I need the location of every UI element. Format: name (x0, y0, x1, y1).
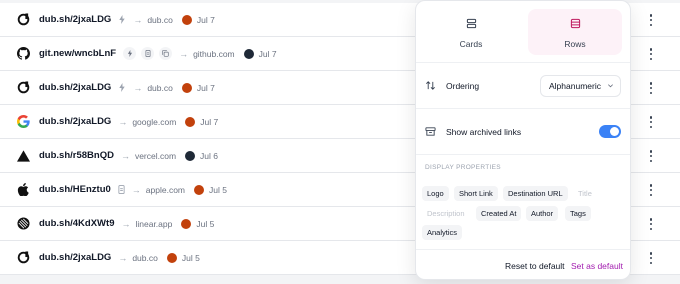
property-destination-url[interactable]: Destination URL (503, 186, 568, 201)
destination-url[interactable]: dub.co (147, 83, 173, 93)
created-date: Jul 7 (196, 82, 215, 93)
more-options-icon[interactable] (645, 46, 657, 62)
toggle-knob (610, 127, 619, 136)
short-link[interactable]: dub.sh/4KdXWt9 (39, 218, 114, 229)
short-link[interactable]: dub.sh/2jxaLDG (39, 14, 111, 25)
github-logo-icon (16, 47, 30, 61)
cards-icon (466, 16, 477, 34)
vercel-logo-icon (16, 149, 30, 163)
destination-url[interactable]: dub.co (132, 253, 158, 263)
bolt-icon (123, 47, 137, 60)
arrow-right-icon: → (121, 218, 131, 229)
bolt-icon (118, 15, 126, 24)
property-author[interactable]: Author (526, 206, 559, 221)
display-options-panel: Cards Rows Ordering Alphanumeric Show ar… (415, 0, 631, 280)
property-created-at[interactable]: Created At (476, 206, 522, 221)
destination-url[interactable]: apple.com (146, 185, 185, 195)
avatar (185, 116, 196, 127)
cards-view-button[interactable]: Cards (424, 9, 518, 55)
more-options-icon[interactable] (645, 216, 657, 232)
avatar (185, 150, 196, 161)
avatar (194, 184, 204, 195)
avatar (166, 252, 177, 263)
dub-logo-icon (16, 13, 30, 27)
more-options-icon[interactable] (645, 12, 657, 28)
property-short-link[interactable]: Short Link (454, 186, 498, 201)
view-mode-selector: Cards Rows (416, 1, 630, 63)
destination-url[interactable]: linear.app (135, 219, 172, 229)
short-link[interactable]: git.new/wncbLnF (39, 48, 116, 59)
archived-row: Show archived links (416, 109, 630, 155)
destination-url[interactable]: vercel.com (135, 151, 176, 161)
show-archived-toggle[interactable] (599, 125, 621, 138)
created-date: Jul 5 (181, 252, 200, 263)
arrow-right-icon: → (118, 116, 128, 127)
created-date: Jul 7 (258, 48, 277, 59)
file-icon (141, 47, 155, 60)
archive-icon (425, 126, 436, 137)
display-properties-title: DISPLAY PROPERTIES (425, 164, 501, 171)
property-analytics[interactable]: Analytics (422, 225, 463, 240)
created-date: Jul 6 (200, 150, 219, 161)
short-link[interactable]: dub.sh/2jxaLDG (39, 116, 111, 127)
avatar (181, 218, 192, 229)
dub-logo-icon (16, 81, 30, 95)
arrow-right-icon: → (131, 184, 141, 195)
set-as-default-button[interactable]: Set as default (571, 261, 623, 271)
display-properties-section: DISPLAY PROPERTIES Logo Short Link Desti… (416, 155, 630, 250)
reset-to-default-button[interactable]: Reset to default (505, 261, 565, 271)
rows-icon (570, 16, 581, 34)
more-options-icon[interactable] (645, 250, 657, 266)
short-link[interactable]: dub.sh/2jxaLDG (39, 252, 111, 263)
arrow-right-icon: → (133, 82, 143, 93)
arrow-right-icon: → (120, 150, 130, 161)
panel-footer: Reset to default Set as default (416, 250, 630, 280)
avatar (181, 14, 192, 25)
more-options-icon[interactable] (645, 80, 657, 96)
destination-url[interactable]: github.com (193, 49, 235, 59)
more-options-icon[interactable] (645, 182, 657, 198)
avatar (181, 82, 192, 93)
sort-arrows-icon (425, 80, 436, 91)
ordering-row: Ordering Alphanumeric (416, 63, 630, 109)
created-date: Jul 7 (196, 14, 215, 25)
arrow-right-icon: → (179, 48, 189, 59)
avatar (243, 48, 254, 59)
property-title[interactable]: Title (573, 186, 597, 201)
chevron-down-icon (607, 81, 614, 91)
cards-view-label: Cards (459, 38, 483, 49)
destination-url[interactable]: google.com (132, 117, 176, 127)
rows-view-label: Rows (564, 38, 586, 49)
short-link[interactable]: dub.sh/r58BnQD (39, 150, 114, 161)
file-icon (118, 185, 125, 194)
archived-label: Show archived links (446, 126, 522, 137)
linear-logo-icon (16, 217, 30, 231)
copy-icon (159, 47, 173, 60)
destination-url[interactable]: dub.co (147, 15, 173, 25)
property-tags[interactable]: Tags (565, 206, 591, 221)
short-link[interactable]: dub.sh/2jxaLDG (39, 82, 111, 93)
property-logo[interactable]: Logo (422, 186, 449, 201)
created-date: Jul 5 (196, 218, 215, 229)
short-link[interactable]: dub.sh/HEnztu0 (39, 184, 111, 195)
arrow-right-icon: → (133, 14, 143, 25)
created-date: Jul 5 (209, 184, 227, 195)
more-options-icon[interactable] (645, 148, 657, 164)
dub-logo-icon (16, 251, 30, 265)
ordering-value: Alphanumeric (549, 81, 601, 91)
arrow-right-icon: → (118, 252, 128, 263)
google-logo-icon (16, 115, 30, 129)
more-options-icon[interactable] (645, 114, 657, 130)
rows-view-button[interactable]: Rows (528, 9, 622, 55)
created-date: Jul 7 (200, 116, 219, 127)
apple-logo-icon (16, 183, 30, 197)
bolt-icon (118, 83, 126, 92)
property-description[interactable]: Description (422, 206, 470, 221)
ordering-select[interactable]: Alphanumeric (540, 75, 621, 97)
ordering-label: Ordering (446, 80, 480, 91)
